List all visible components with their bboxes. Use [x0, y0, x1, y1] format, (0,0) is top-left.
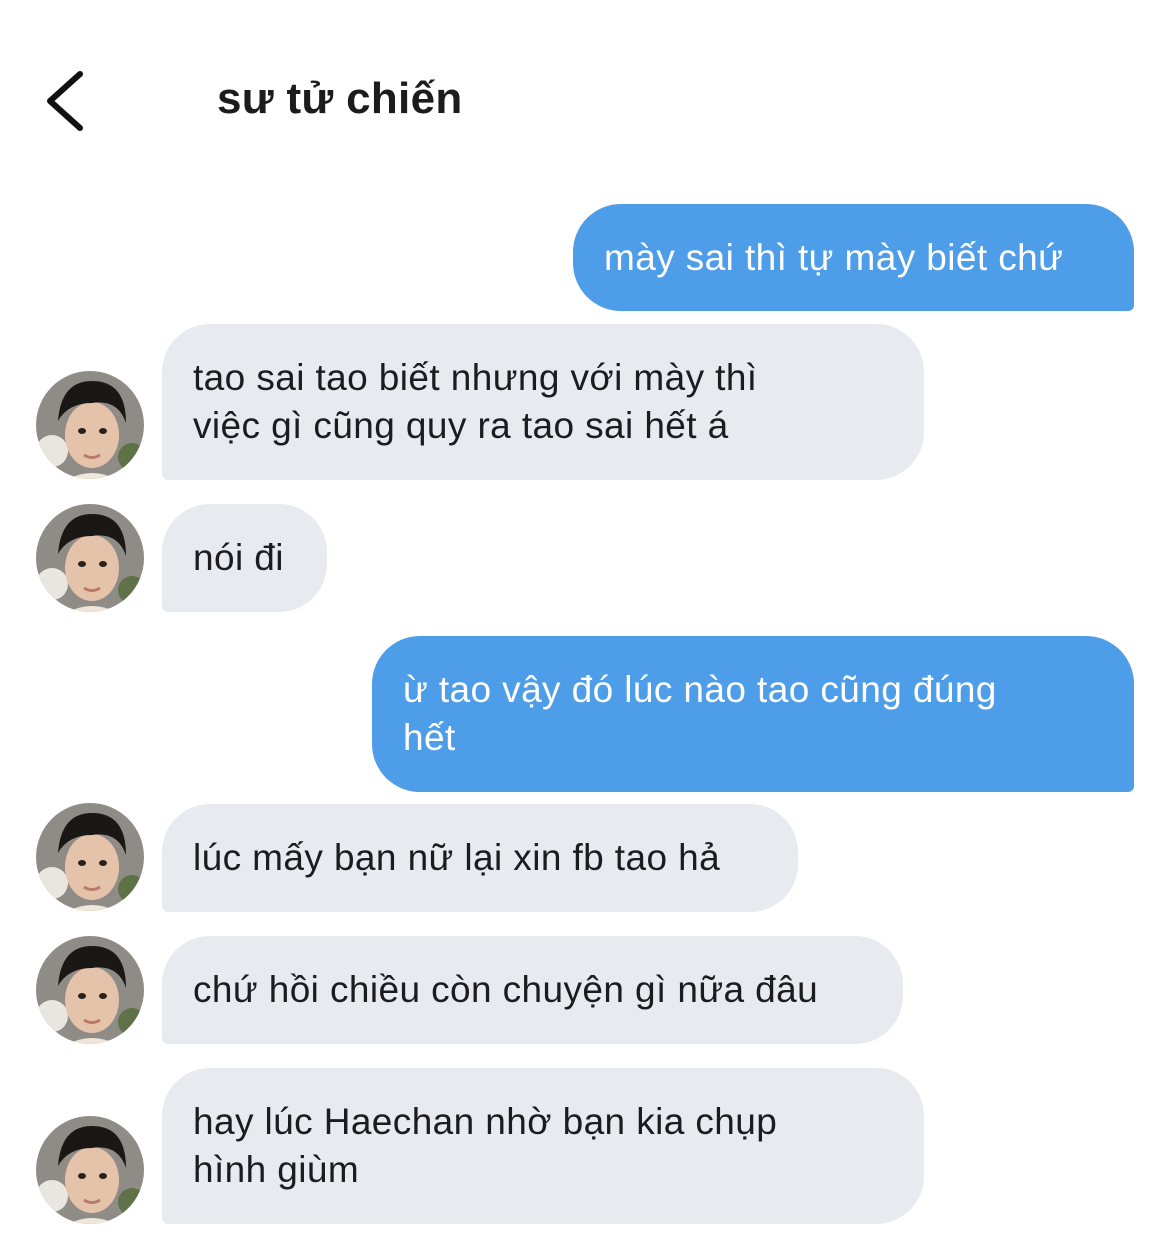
message-bubble-received[interactable]: nói đi	[162, 504, 327, 612]
message-text: chứ hồi chiều còn chuyện gì nữa đâu	[193, 969, 819, 1010]
message-text: mày sai thì tự mày biết chứ	[604, 237, 1064, 278]
avatar-icon	[36, 371, 144, 479]
message-text: hình giùm	[193, 1149, 360, 1190]
message-text: ừ tao vậy đó lúc nào tao cũng đúng	[403, 669, 997, 710]
avatar[interactable]	[36, 371, 144, 479]
message-bubble-sent[interactable]: mày sai thì tự mày biết chứ	[573, 204, 1134, 311]
message-text: tao sai tao biết nhưng với mày thì	[193, 357, 758, 398]
avatar[interactable]	[36, 936, 144, 1044]
chat-title: sư tử chiến	[217, 74, 463, 123]
avatar[interactable]	[36, 803, 144, 911]
message-bubble-received[interactable]: hay lúc Haechan nhờ bạn kia chụp hình gi…	[162, 1068, 924, 1224]
avatar[interactable]	[36, 1116, 144, 1224]
message-text: hay lúc Haechan nhờ bạn kia chụp	[193, 1101, 778, 1142]
message-bubble-received[interactable]: lúc mấy bạn nữ lại xin fb tao hả	[162, 804, 798, 912]
avatar-icon	[36, 803, 144, 911]
back-button[interactable]	[30, 60, 110, 140]
message-text: việc gì cũng quy ra tao sai hết á	[193, 405, 729, 446]
avatar[interactable]	[36, 504, 144, 612]
avatar-icon	[36, 504, 144, 612]
avatar-icon	[36, 936, 144, 1044]
message-bubble-received[interactable]: tao sai tao biết nhưng với mày thì việc …	[162, 324, 924, 480]
chevron-left-icon	[47, 71, 83, 131]
chat-header: sư tử chiến	[0, 0, 1169, 190]
message-bubble-received[interactable]: chứ hồi chiều còn chuyện gì nữa đâu	[162, 936, 903, 1044]
message-text: lúc mấy bạn nữ lại xin fb tao hả	[193, 837, 721, 878]
message-bubble-sent[interactable]: ừ tao vậy đó lúc nào tao cũng đúng hết	[372, 636, 1134, 792]
message-text: hết	[403, 717, 456, 758]
message-text: nói đi	[193, 537, 284, 578]
avatar-icon	[36, 1116, 144, 1224]
